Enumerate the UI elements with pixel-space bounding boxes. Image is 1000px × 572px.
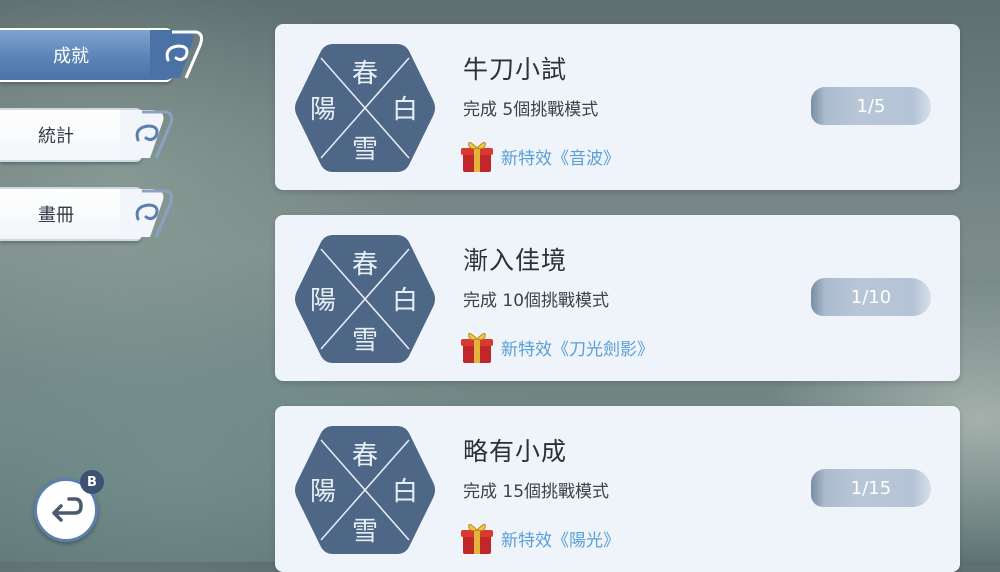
reward-text: 新特效《刀光劍影》 [501,339,654,360]
emblem-char-bottom: 雪 [352,135,378,165]
achievement-title: 略有小成 [463,437,568,466]
tab-achievements[interactable]: 成就 [0,28,203,82]
gift-icon [461,524,493,554]
achievement-card: 春 陽 白 雪 漸入佳境 完成 10個挑戰模式 新特效《刀光劍影》 1/10 [275,215,960,381]
tab-stats[interactable]: 統計 [0,108,173,162]
emblem-char-right: 白 [392,95,418,125]
return-arrow-icon [52,497,83,522]
achievement-card: 春 陽 白 雪 略有小成 完成 15個挑戰模式 新特效《陽光》 1/15 [275,406,960,572]
emblem-char-bottom: 雪 [352,326,378,356]
emblem-char-bottom: 雪 [352,517,378,547]
achievement-reward: 新特效《刀光劍影》 [459,329,654,365]
b-button-badge: B [80,470,104,494]
gift-icon [461,142,493,172]
tab-album-label: 畫冊 [38,205,74,226]
emblem-char-right: 白 [392,286,418,316]
progress-text: 1/10 [850,286,892,308]
emblem-char-left: 陽 [310,95,336,125]
achievement-card: 春 陽 白 雪 牛刀小試 完成 5個挑戰模式 新特效《音波》 1/5 [275,24,960,190]
achievement-reward: 新特效《陽光》 [459,520,620,556]
tab-stats-label: 統計 [38,126,74,147]
emblem-char-left: 陽 [310,286,336,316]
tab-album[interactable]: 畫冊 [0,187,173,241]
reward-text: 新特效《音波》 [501,148,620,169]
achievement-desc: 完成 10個挑戰模式 [463,291,610,311]
tab-achievements-label: 成就 [53,46,89,67]
cloud-swirl-icon [120,110,173,159]
emblem-char-top: 春 [352,59,378,89]
achievement-title: 漸入佳境 [463,246,568,275]
emblem-icon: 春 陽 白 雪 [295,235,435,363]
progress-badge: 1/15 [811,469,931,507]
emblem-char-top: 春 [352,441,378,471]
achievement-title: 牛刀小試 [463,55,568,84]
emblem-char-right: 白 [392,477,418,507]
achievement-desc: 完成 15個挑戰模式 [463,482,610,502]
progress-badge: 1/5 [811,87,931,125]
reward-text: 新特效《陽光》 [501,530,620,551]
emblem-icon: 春 陽 白 雪 [295,44,435,172]
emblem-icon: 春 陽 白 雪 [295,426,435,554]
progress-badge: 1/10 [811,278,931,316]
progress-text: 1/15 [850,477,892,499]
achievement-reward: 新特效《音波》 [459,138,620,174]
emblem-char-left: 陽 [310,477,336,507]
cloud-swirl-icon [150,30,203,79]
gift-icon [461,333,493,363]
progress-text: 1/5 [856,95,886,117]
achievement-desc: 完成 5個挑戰模式 [463,100,599,120]
cloud-swirl-icon [120,189,173,238]
emblem-char-top: 春 [352,250,378,280]
